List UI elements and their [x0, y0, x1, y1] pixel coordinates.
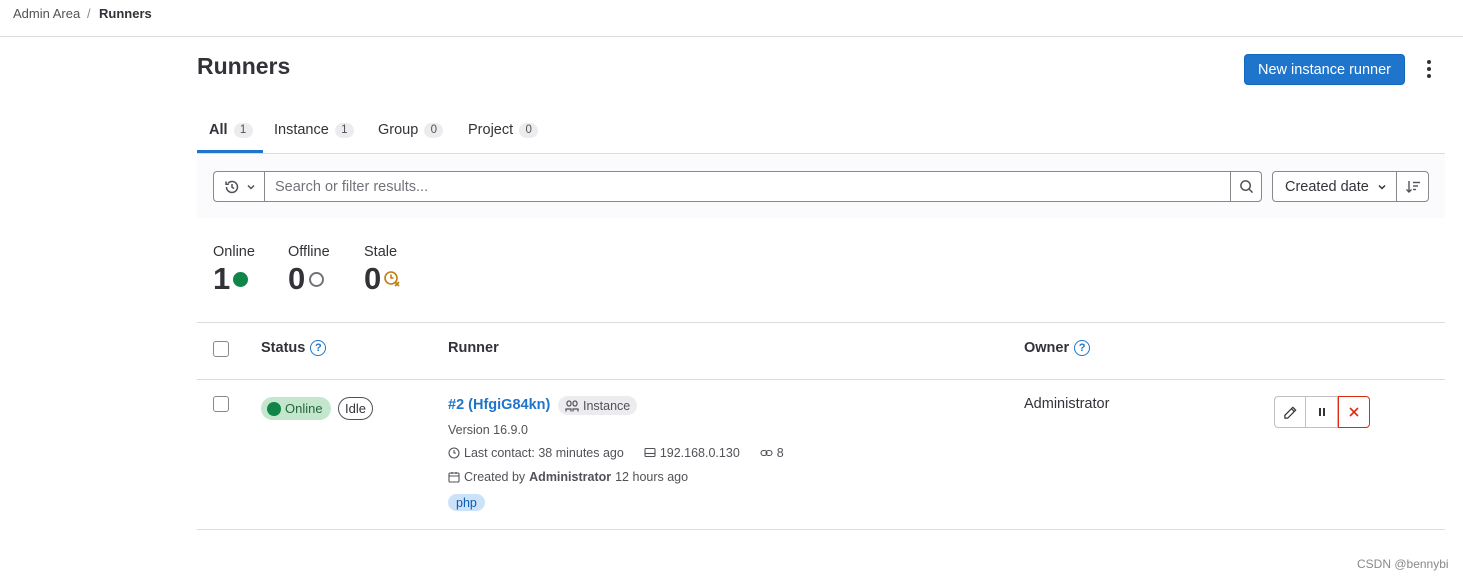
history-icon: [224, 180, 238, 193]
pause-icon: [1318, 408, 1325, 416]
pencil-icon: [1283, 405, 1297, 419]
runner-name-link[interactable]: #2 (HfgiG84kn): [448, 397, 550, 413]
stat-stale-value: 0: [364, 261, 382, 296]
runners-table-header: Status ? Runner Owner ?: [197, 322, 1445, 380]
activity-badge: Idle: [338, 397, 373, 420]
runner-version-text: Version 16.9.0: [448, 423, 528, 437]
status-header-label: Status: [261, 340, 306, 356]
tab-group[interactable]: Group 0: [378, 107, 444, 153]
help-icon[interactable]: ?: [1074, 340, 1091, 356]
created-when: 12 hours ago: [615, 470, 689, 484]
stat-offline: Offline 0: [288, 244, 330, 296]
users-icon: [565, 399, 579, 411]
owner-column-header: Owner ?: [1024, 340, 1091, 356]
owner-header-label: Owner: [1024, 340, 1070, 356]
stat-online-label: Online: [213, 244, 255, 260]
tab-project-count: 0: [519, 122, 539, 138]
stat-online-value: 1: [213, 261, 231, 296]
tab-project[interactable]: Project 0: [468, 107, 539, 153]
edit-runner-button[interactable]: [1274, 396, 1306, 428]
stat-offline-label: Offline: [288, 244, 330, 260]
runner-tag: php: [448, 494, 485, 511]
sort-dropdown-label: Created date: [1285, 178, 1369, 195]
sort-icon: [1405, 180, 1420, 193]
close-icon: [1349, 407, 1359, 417]
runner-ip: 192.168.0.130: [659, 446, 740, 460]
link-icon: [760, 449, 773, 457]
stat-stale-label: Stale: [364, 244, 398, 260]
monitor-icon: [644, 447, 656, 458]
page-title: Runners: [197, 53, 291, 79]
filter-bar: Created date: [197, 154, 1445, 218]
runner-column-header: Runner: [448, 340, 499, 356]
status-column-header: Status ?: [261, 340, 327, 356]
breadcrumb-separator: /: [87, 6, 91, 21]
row-actions: [1274, 396, 1370, 428]
kebab-icon[interactable]: [1420, 58, 1438, 80]
tab-group-label: Group: [378, 122, 419, 138]
tab-all-count: 1: [233, 122, 253, 138]
sort-dropdown[interactable]: Created date: [1272, 171, 1397, 202]
status-badge-online: Online: [261, 397, 331, 420]
tab-instance-count: 1: [334, 122, 354, 138]
created-prefix: Created by: [464, 470, 526, 484]
recent-searches-button[interactable]: [213, 171, 265, 202]
row-select-checkbox[interactable]: [213, 396, 229, 412]
runner-created: Created by Administrator 12 hours ago: [448, 470, 688, 484]
calendar-icon: [448, 472, 460, 483]
tab-instance[interactable]: Instance 1: [274, 107, 354, 153]
new-instance-runner-button[interactable]: New instance runner: [1244, 54, 1405, 85]
active-tab-underline: [197, 150, 263, 153]
last-contact: Last contact: 38 minutes ago: [464, 446, 624, 460]
help-icon[interactable]: ?: [310, 340, 327, 356]
runner-owner: Administrator: [1024, 396, 1110, 412]
job-count: 8: [776, 446, 784, 460]
online-dot-icon: [267, 401, 281, 416]
runner-header-label: Runner: [448, 340, 499, 356]
table-row: Online Idle #2 (HfgiG84kn) Instance Vers…: [197, 380, 1445, 530]
search-input[interactable]: [264, 171, 1231, 202]
status-badge-label: Online: [285, 401, 323, 416]
select-all-checkbox[interactable]: [213, 341, 229, 357]
delete-runner-button[interactable]: [1338, 396, 1370, 428]
runner-type-badge: Instance: [558, 396, 638, 415]
stat-stale: Stale 0: [364, 244, 401, 296]
online-status-icon: [233, 271, 249, 287]
runner-type-label: Instance: [583, 398, 631, 413]
tab-group-count: 0: [424, 122, 444, 138]
offline-status-icon: [309, 271, 325, 287]
created-by-user[interactable]: Administrator: [529, 470, 611, 484]
breadcrumb: Admin Area / Runners: [0, 0, 1463, 37]
runner-type-tabs: All 1 Instance 1 Group 0 Project 0: [197, 107, 1445, 154]
chevron-down-icon: [246, 184, 255, 190]
pause-runner-button[interactable]: [1306, 396, 1338, 428]
search-icon: [1239, 180, 1253, 194]
runner-version: Version 16.9.0: [448, 423, 528, 437]
clock-icon: [448, 447, 460, 459]
sort-direction-button[interactable]: [1396, 171, 1429, 202]
tab-project-label: Project: [468, 122, 514, 138]
tab-all[interactable]: All 1: [209, 107, 253, 153]
stat-online: Online 1: [213, 244, 255, 296]
watermark: CSDN @bennybi: [1357, 557, 1449, 571]
runner-details: Last contact: 38 minutes ago 192.168.0.1…: [448, 446, 784, 460]
tab-all-label: All: [209, 122, 228, 138]
breadcrumb-admin-area[interactable]: Admin Area: [13, 6, 80, 21]
chevron-down-icon: [1378, 184, 1386, 190]
tab-instance-label: Instance: [274, 122, 329, 138]
stat-offline-value: 0: [288, 261, 306, 296]
breadcrumb-runners[interactable]: Runners: [99, 6, 152, 21]
search-button[interactable]: [1230, 171, 1262, 202]
stale-clock-icon: [384, 271, 400, 287]
